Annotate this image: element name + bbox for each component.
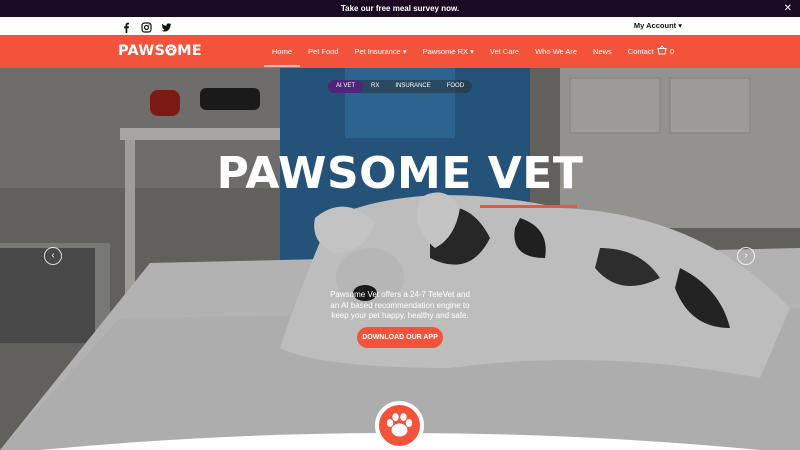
cart-button[interactable]: 0: [657, 45, 674, 57]
cart-count: 0: [670, 46, 675, 56]
brand-logo[interactable]: PAWS ME: [118, 43, 202, 59]
instagram-icon[interactable]: [141, 20, 152, 33]
hero-banner: AI VET RX INSURANCE FOOD PAWSOME VET Paw…: [0, 68, 800, 450]
social-links: [121, 20, 172, 33]
tab-insurance[interactable]: INSURANCE: [387, 80, 438, 93]
nav-item-vet-care[interactable]: Vet Care: [490, 47, 519, 56]
nav-item-pet-food[interactable]: Pet Food: [308, 47, 338, 56]
nav-item-home[interactable]: Home: [263, 47, 301, 67]
tab-food[interactable]: FOOD: [439, 80, 472, 93]
title-underline: [480, 205, 577, 208]
tab-ai-vet[interactable]: AI VET: [328, 80, 364, 93]
facebook-icon[interactable]: [121, 20, 132, 33]
tab-rx[interactable]: RX: [363, 80, 387, 93]
main-nav: PAWS ME Home Pet Food Pet Insurance ▾ Paw…: [0, 35, 800, 68]
shopping-basket-icon: [657, 45, 667, 57]
hero-tabs: AI VET RX INSURANCE FOOD: [328, 80, 473, 93]
announcement-bar[interactable]: Take our free meal survey now. ✕: [0, 0, 800, 17]
hero-background-image: [0, 68, 800, 450]
nav-menu: Home Pet Food Pet Insurance ▾ Pawsome RX…: [263, 35, 670, 68]
nav-item-who-we-are[interactable]: Who We Are: [535, 47, 577, 56]
hero-title: PAWSOME VET: [216, 148, 584, 199]
twitter-icon[interactable]: [161, 20, 172, 32]
nav-item-contact[interactable]: Contact: [628, 47, 654, 56]
announcement-text[interactable]: Take our free meal survey now.: [341, 4, 459, 13]
paw-logo-icon: [165, 44, 177, 56]
utility-bar: My Account ▾: [0, 17, 800, 35]
nav-item-pet-insurance[interactable]: Pet Insurance ▾: [354, 47, 406, 56]
nav-item-news[interactable]: News: [593, 47, 612, 56]
close-icon[interactable]: ✕: [784, 0, 792, 17]
my-account-menu[interactable]: My Account ▾: [634, 21, 682, 30]
download-app-button[interactable]: DOWNLOAD OUR APP: [357, 327, 443, 348]
nav-item-pawsome-rx[interactable]: Pawsome RX ▾: [423, 47, 474, 56]
hero-description: Pawsome Vet offers a 24-7 TeleVet and an…: [330, 290, 470, 320]
chevron-left-icon[interactable]: ‹: [44, 247, 62, 265]
paw-badge-icon: [375, 401, 424, 450]
chevron-right-icon[interactable]: ›: [737, 247, 755, 265]
